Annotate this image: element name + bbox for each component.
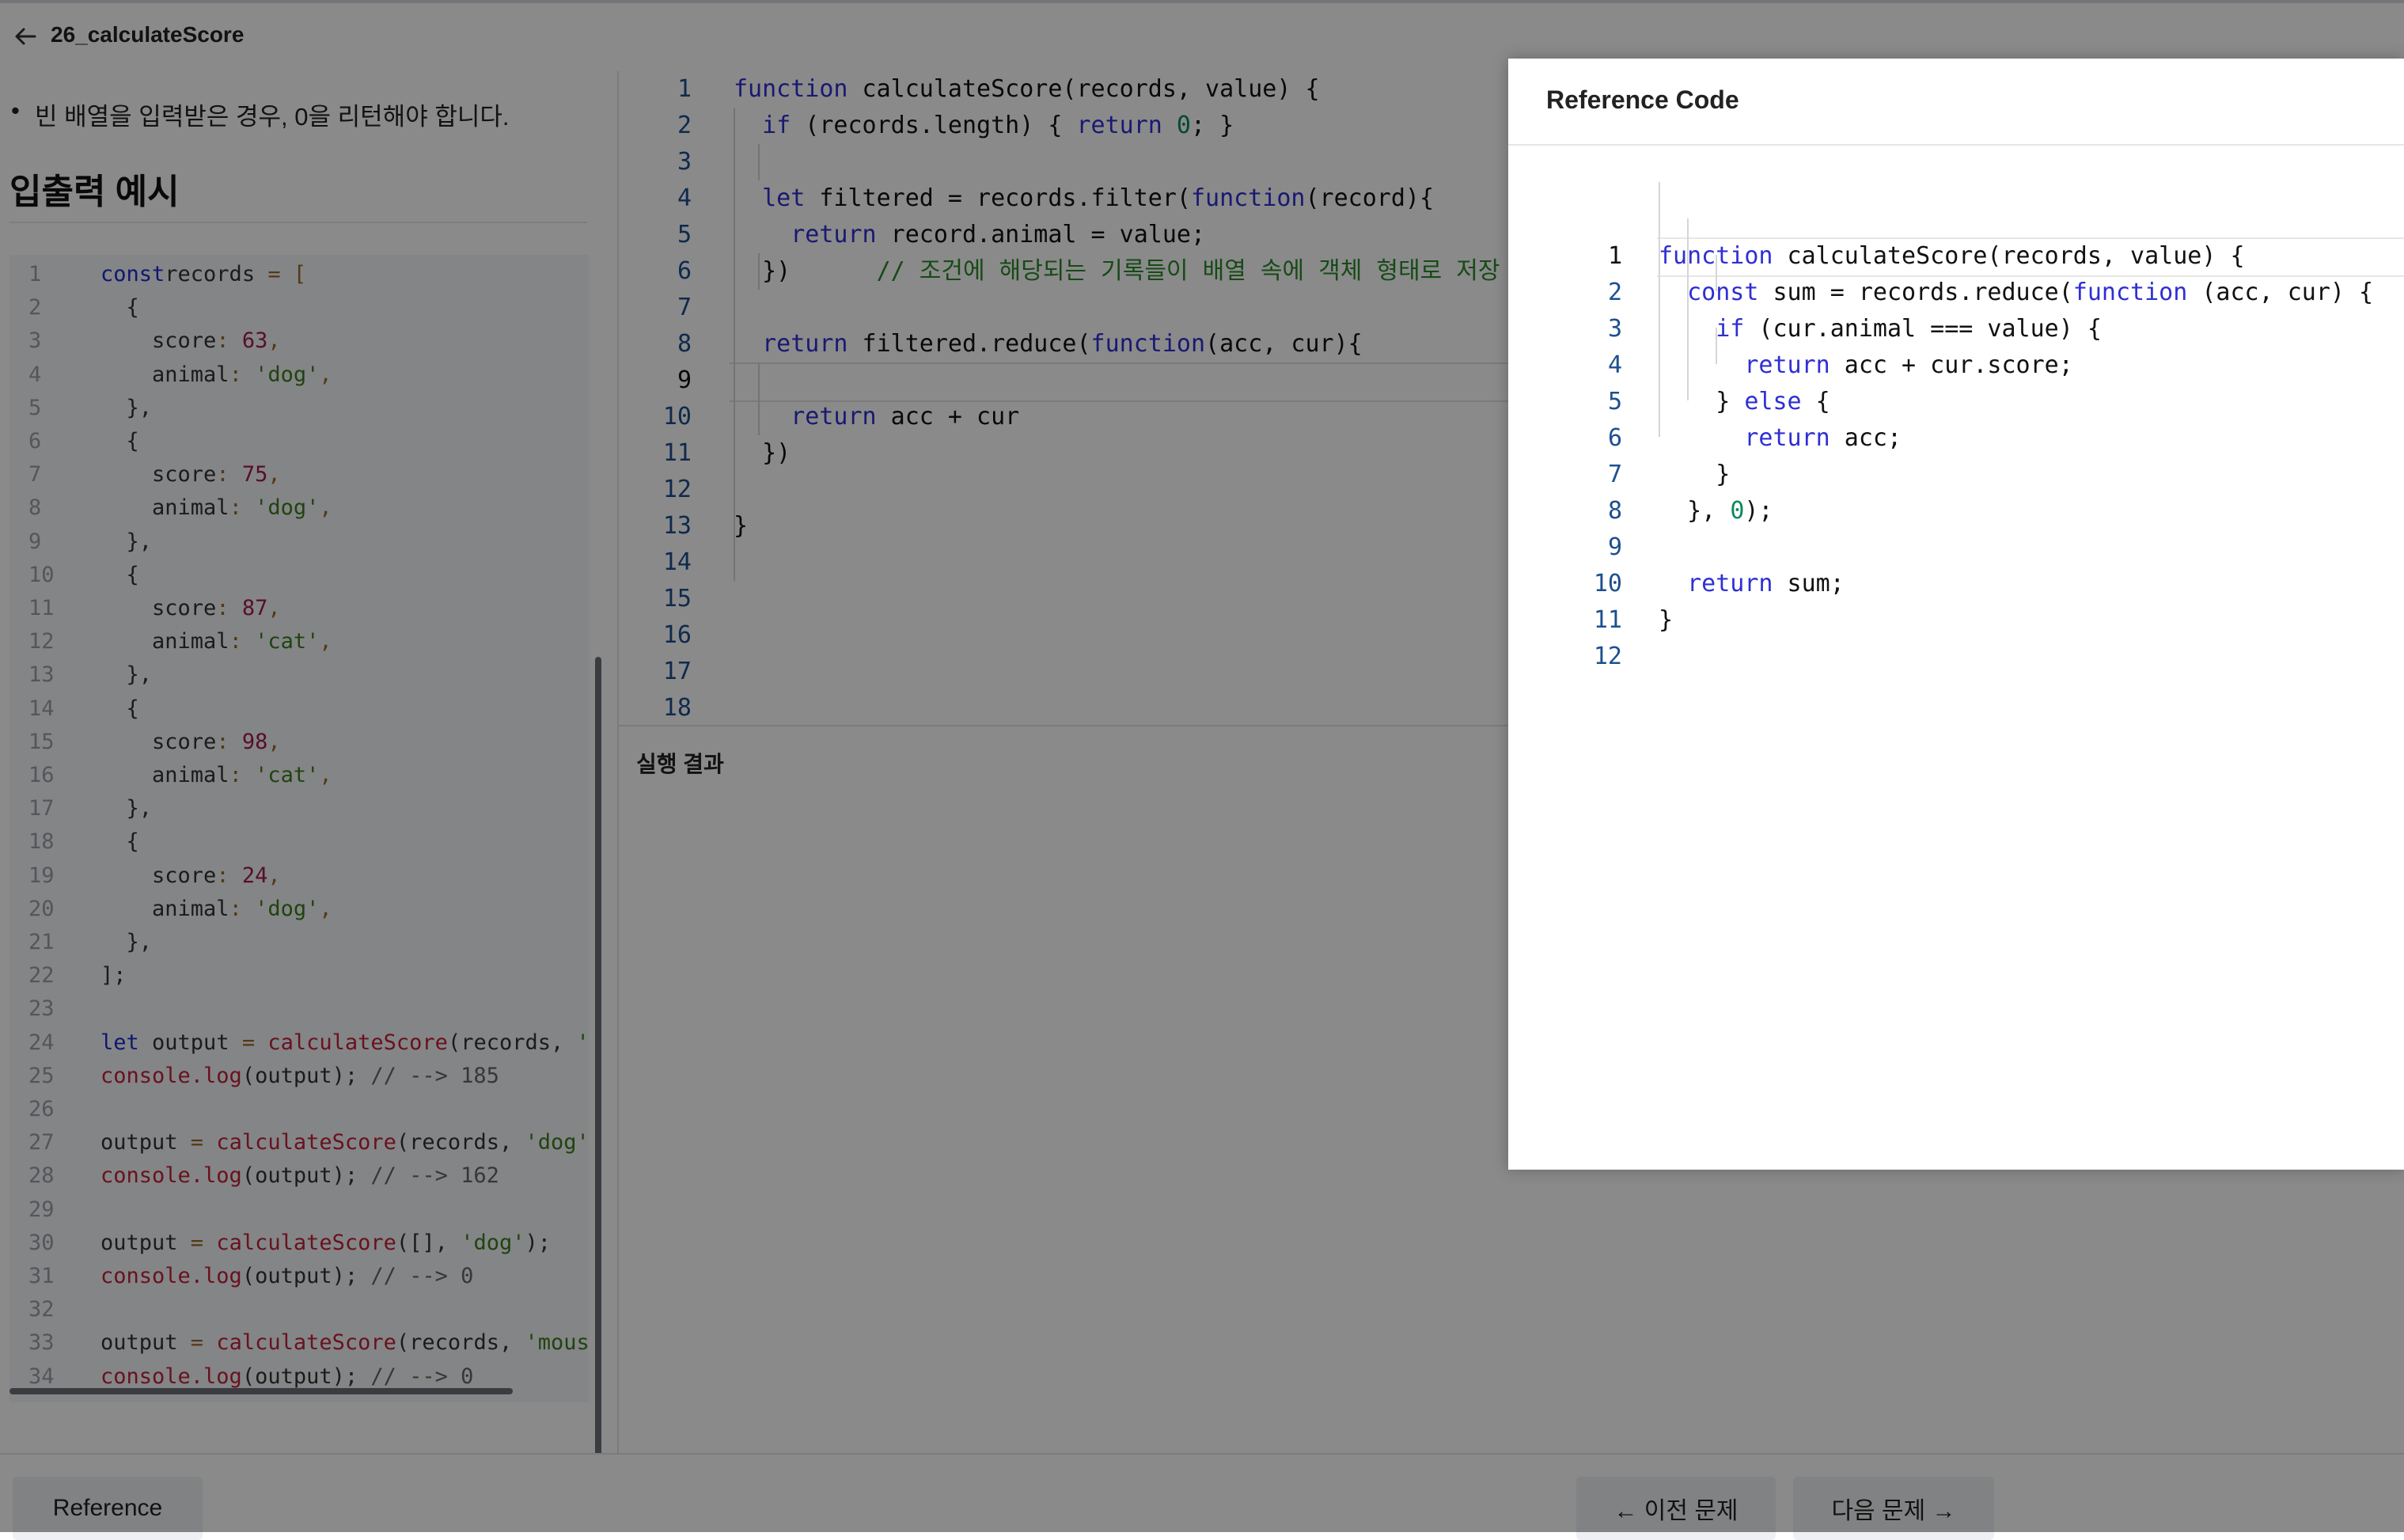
line-number: 9 bbox=[1607, 533, 1622, 561]
code-text: } bbox=[1659, 461, 1731, 488]
code-text: } else { bbox=[1659, 388, 1830, 415]
line-number: 7 bbox=[1607, 461, 1622, 488]
line-number: 10 bbox=[1593, 570, 1622, 597]
line-number: 11 bbox=[1593, 606, 1622, 634]
reference-code-modal: Reference Code 1 function calculateScore(… bbox=[1508, 59, 2404, 1170]
code-text: return acc + cur.score; bbox=[1744, 351, 2073, 379]
modal-title: Reference Code bbox=[1546, 85, 1739, 114]
code-text: if (cur.animal === value) { bbox=[1716, 315, 2102, 343]
line-number: 6 bbox=[1607, 424, 1622, 452]
code-text: } bbox=[1659, 606, 1674, 634]
line-number: 1 bbox=[1607, 242, 1622, 270]
line-number: 8 bbox=[1607, 497, 1622, 525]
line-number: 4 bbox=[1607, 351, 1622, 379]
modal-header: Reference Code bbox=[1508, 59, 2404, 146]
code-text: const sum = records.reduce(function (acc… bbox=[1687, 279, 2374, 306]
line-number: 12 bbox=[1593, 643, 1622, 670]
reference-code-block: 1 function calculateScore(records, value)… bbox=[1508, 146, 2404, 1166]
code-text: return sum; bbox=[1687, 570, 1845, 597]
line-number: 2 bbox=[1607, 279, 1622, 306]
line-number: 5 bbox=[1607, 388, 1622, 415]
code-text: function calculateScore(records, value) … bbox=[1659, 242, 2245, 270]
code-text: }, 0); bbox=[1659, 497, 1773, 525]
line-number: 3 bbox=[1607, 315, 1622, 343]
code-text: return acc; bbox=[1744, 424, 1902, 452]
